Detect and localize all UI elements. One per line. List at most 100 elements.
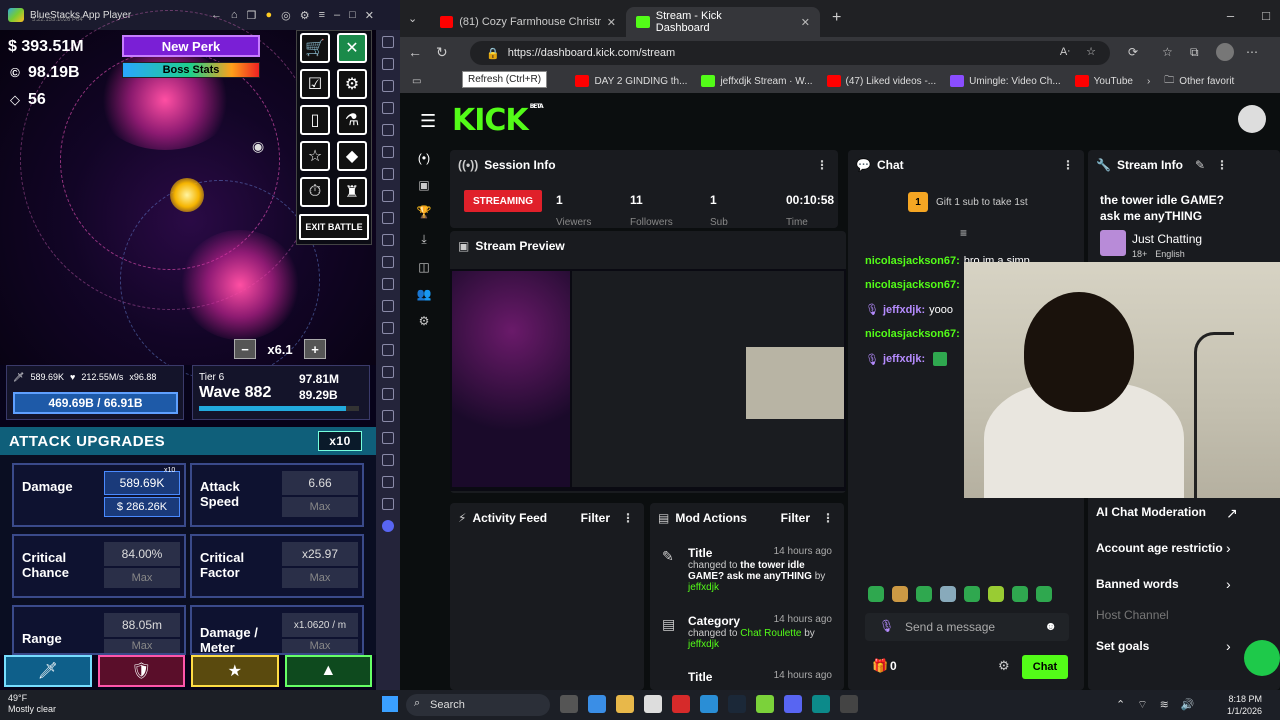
sidebar-tool-icon[interactable] [382, 124, 394, 136]
address-bar[interactable]: 🔒 https://dashboard.kick.com/stream ☆ Aᐧ [470, 41, 1110, 65]
more-options-icon[interactable]: ⋮ [822, 511, 834, 525]
attack-tab-icon[interactable]: 🗡 [4, 655, 92, 687]
filter-button[interactable]: Filter [781, 511, 810, 525]
tabs-icon[interactable]: ❐ [247, 9, 257, 22]
bookmark-item[interactable]: (47) Liked videos -... [826, 75, 936, 87]
taskbar-search[interactable]: ⌕ Search [406, 694, 550, 716]
upgrade-card-damage[interactable]: Damage 589.69K $ 286.26K x10 [12, 463, 186, 527]
minimize-icon[interactable]: – [334, 9, 340, 21]
copilot-icon[interactable] [588, 695, 606, 713]
read-aloud-icon[interactable]: Aᐧ [1060, 45, 1070, 58]
host-channel-row[interactable]: Host Channel [1096, 608, 1169, 622]
obs-icon[interactable] [840, 695, 858, 713]
sidebar-tool-icon[interactable] [382, 322, 394, 334]
gear-icon[interactable]: ⚙ [337, 69, 367, 99]
sidebar-tool-icon[interactable] [382, 102, 394, 114]
tower-icon[interactable]: ♜ [337, 177, 367, 207]
sidebar-tool-icon[interactable] [382, 300, 394, 312]
flask-icon[interactable]: ⚗ [337, 105, 367, 135]
upgrade-card-attack-speed[interactable]: Attack Speed 6.66 Max [190, 463, 364, 527]
trophy-icon[interactable]: 🏆 [417, 205, 432, 219]
discord-icon[interactable] [784, 695, 802, 713]
eye-icon[interactable]: ◉ [252, 138, 264, 155]
boss-stats-button[interactable]: Boss Stats [122, 62, 260, 78]
kick-logo[interactable]: KICK BETA [452, 103, 544, 138]
maximize-icon[interactable]: □ [349, 9, 356, 21]
banned-words-row[interactable]: Banned words [1096, 577, 1179, 591]
hamburger-menu-icon[interactable]: ☰ [420, 111, 436, 132]
app-red-icon[interactable] [672, 695, 690, 713]
more-options-icon[interactable]: ⋮ [1216, 158, 1228, 172]
upgrade-card-damage-per-meter[interactable]: Damage / Meter x1.0620 / m Max [190, 605, 364, 655]
store-icon[interactable] [644, 695, 662, 713]
chevron-right-icon[interactable]: › [1147, 76, 1150, 87]
edge-active-icon[interactable] [812, 695, 830, 713]
bluestacks-icon[interactable] [756, 695, 774, 713]
favorites-icon[interactable]: ☆ [1162, 45, 1173, 59]
more-options-icon[interactable]: ⋮ [816, 158, 828, 172]
user-avatar[interactable] [1238, 105, 1266, 133]
set-goals-row[interactable]: Set goals [1096, 639, 1149, 653]
collections-icon[interactable]: ⧉ [1190, 45, 1199, 60]
emote-icon[interactable] [988, 586, 1004, 602]
emote-icon[interactable] [964, 586, 980, 602]
mod-action-user[interactable]: jeffxdjk [688, 639, 719, 650]
reading-list-icon[interactable]: ▭ [412, 76, 421, 87]
bookmark-item[interactable]: jeffxdjk Stream · W... [701, 75, 813, 87]
network-icon[interactable]: ⌔ [1137, 698, 1147, 712]
wifi-icon[interactable]: ≋ [1160, 698, 1169, 712]
card-icon[interactable]: ▯ [300, 105, 330, 135]
favorite-star-icon[interactable]: ☆ [1086, 45, 1096, 58]
stream-preview-video[interactable] [450, 269, 846, 491]
profile-avatar[interactable] [1216, 43, 1234, 61]
tab-youtube[interactable]: (81) Cozy Farmhouse Christmas Ar ✕ [430, 7, 626, 37]
settings-gear-icon[interactable]: ⚙ [419, 314, 430, 328]
sidebar-tool-icon[interactable] [382, 58, 394, 70]
sidebar-tool-icon[interactable] [382, 498, 394, 510]
emote-icon[interactable] [940, 586, 956, 602]
emote-icon[interactable] [916, 586, 932, 602]
upgrade-card-range[interactable]: Range 88.05m Max [12, 605, 186, 655]
bookmark-item[interactable]: Umingle: Video Ch... [950, 75, 1061, 87]
home-icon[interactable]: ⌂ [231, 9, 238, 21]
community-icon[interactable]: ◫ [418, 260, 429, 274]
external-link-icon[interactable]: ↗ [1226, 505, 1238, 522]
chevron-right-icon[interactable]: › [1226, 540, 1231, 556]
defense-tab-icon[interactable]: 🛡 [97, 655, 185, 687]
account-age-row[interactable]: Account age restrictio [1096, 541, 1223, 555]
maximize-icon[interactable]: □ [1262, 8, 1270, 23]
filter-button[interactable]: Filter [581, 511, 610, 525]
sidebar-tool-icon[interactable] [382, 388, 394, 400]
minimize-icon[interactable]: – [1227, 8, 1234, 23]
extensions-icon[interactable]: ⟳ [1128, 45, 1138, 59]
speed-increase-button[interactable]: + [304, 339, 326, 359]
gift-sub-prompt[interactable]: 1 Gift 1 sub to take 1st [908, 192, 1028, 212]
ai-chat-moderation-row[interactable]: AI Chat Moderation [1096, 505, 1206, 519]
sidebar-tool-icon[interactable] [382, 146, 394, 158]
gift-box-icon[interactable]: 🎁 [872, 658, 888, 674]
more-options-icon[interactable]: ⋮ [622, 511, 634, 525]
bookmark-item[interactable]: YouTube [1074, 75, 1133, 87]
sidebar-tool-icon[interactable] [382, 168, 394, 180]
edge-icon[interactable] [700, 695, 718, 713]
settings-icon[interactable]: ⚙ [300, 9, 310, 22]
ultimate-tab-icon[interactable]: ▲ [284, 655, 372, 687]
chat-settings-icon[interactable]: ⚙ [998, 658, 1010, 674]
shop-cart-icon[interactable]: 🛒 [300, 33, 330, 63]
close-icon[interactable]: ✕ [365, 9, 374, 22]
support-chat-button[interactable] [1244, 640, 1280, 676]
mod-action-user[interactable]: jeffxdjk [688, 582, 719, 593]
tab-list-chevron-icon[interactable]: ⌄ [408, 12, 417, 25]
download-icon[interactable]: ⤓ [421, 232, 426, 247]
sidebar-tool-icon[interactable] [382, 234, 394, 246]
stream-icon[interactable]: (•) [418, 151, 430, 165]
emoji-icon[interactable]: ☻ [1044, 619, 1057, 633]
sidebar-tool-icon[interactable] [382, 432, 394, 444]
mod-action-value[interactable]: Chat Roulette [740, 628, 801, 639]
speed-decrease-button[interactable]: − [234, 339, 256, 359]
sidebar-tool-icon[interactable] [382, 344, 394, 356]
users-icon[interactable]: 👥 [417, 287, 432, 301]
emote-icon[interactable] [892, 586, 908, 602]
tray-chevron-icon[interactable]: ⌃ [1116, 698, 1125, 712]
volume-icon[interactable]: 🔊 [1181, 698, 1195, 712]
